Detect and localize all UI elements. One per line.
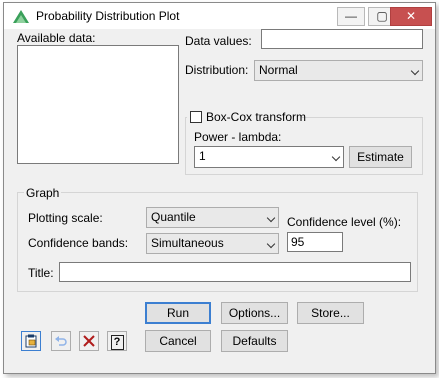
confidence-bands-label: Confidence bands: bbox=[28, 236, 129, 250]
chevron-down-icon bbox=[266, 213, 276, 223]
plotting-scale-label: Plotting scale: bbox=[28, 211, 103, 225]
plotting-scale-select[interactable]: Quantile bbox=[146, 207, 279, 228]
defaults-button[interactable]: Defaults bbox=[221, 330, 288, 352]
help-button[interactable]: ? bbox=[107, 331, 127, 351]
distribution-select[interactable]: Normal bbox=[254, 60, 423, 81]
chevron-down-icon bbox=[331, 152, 341, 162]
boxcox-label: Box-Cox transform bbox=[206, 110, 307, 124]
cancel-button[interactable]: Cancel bbox=[145, 330, 211, 352]
confidence-bands-select[interactable]: Simultaneous bbox=[146, 233, 279, 254]
power-lambda-value: 1 bbox=[199, 149, 206, 163]
confidence-level-label: Confidence level (%): bbox=[287, 215, 402, 229]
estimate-button[interactable]: Estimate bbox=[349, 146, 412, 168]
app-icon bbox=[13, 10, 29, 23]
undo-icon bbox=[55, 336, 67, 346]
available-data-list[interactable] bbox=[17, 45, 179, 164]
plotting-scale-value: Quantile bbox=[151, 210, 196, 224]
distribution-label: Distribution: bbox=[185, 63, 249, 77]
close-window-button[interactable]: ✕ bbox=[390, 7, 432, 26]
title-label: Title: bbox=[28, 266, 54, 280]
run-button[interactable]: Run bbox=[145, 302, 211, 324]
store-button[interactable]: Store... bbox=[297, 302, 364, 324]
clear-button[interactable] bbox=[79, 331, 99, 351]
title-bar[interactable]: Probability Distribution Plot — ▢ ✕ bbox=[4, 3, 435, 29]
chevron-down-icon bbox=[266, 239, 276, 249]
dialog-window: Probability Distribution Plot — ▢ ✕ Avai… bbox=[3, 2, 436, 374]
window-title: Probability Distribution Plot bbox=[36, 9, 180, 23]
clipboard-button[interactable] bbox=[21, 331, 41, 351]
boxcox-checkbox[interactable] bbox=[190, 111, 202, 123]
distribution-value: Normal bbox=[259, 63, 298, 77]
minimize-button[interactable]: — bbox=[337, 7, 365, 26]
available-data-label: Available data: bbox=[17, 31, 96, 45]
chevron-down-icon bbox=[410, 66, 420, 76]
clipboard-icon bbox=[25, 334, 37, 348]
power-lambda-select[interactable]: 1 bbox=[194, 146, 344, 168]
title-input[interactable] bbox=[59, 262, 411, 282]
undo-button[interactable] bbox=[51, 331, 71, 351]
confidence-bands-value: Simultaneous bbox=[151, 236, 224, 250]
options-button[interactable]: Options... bbox=[221, 302, 288, 324]
data-values-label: Data values: bbox=[185, 34, 252, 48]
help-icon: ? bbox=[110, 335, 124, 350]
data-values-input[interactable] bbox=[261, 29, 423, 49]
clear-icon bbox=[83, 335, 95, 347]
power-lambda-label: Power - lambda: bbox=[194, 130, 282, 144]
confidence-level-input[interactable]: 95 bbox=[287, 232, 343, 252]
graph-legend: Graph bbox=[24, 186, 62, 200]
